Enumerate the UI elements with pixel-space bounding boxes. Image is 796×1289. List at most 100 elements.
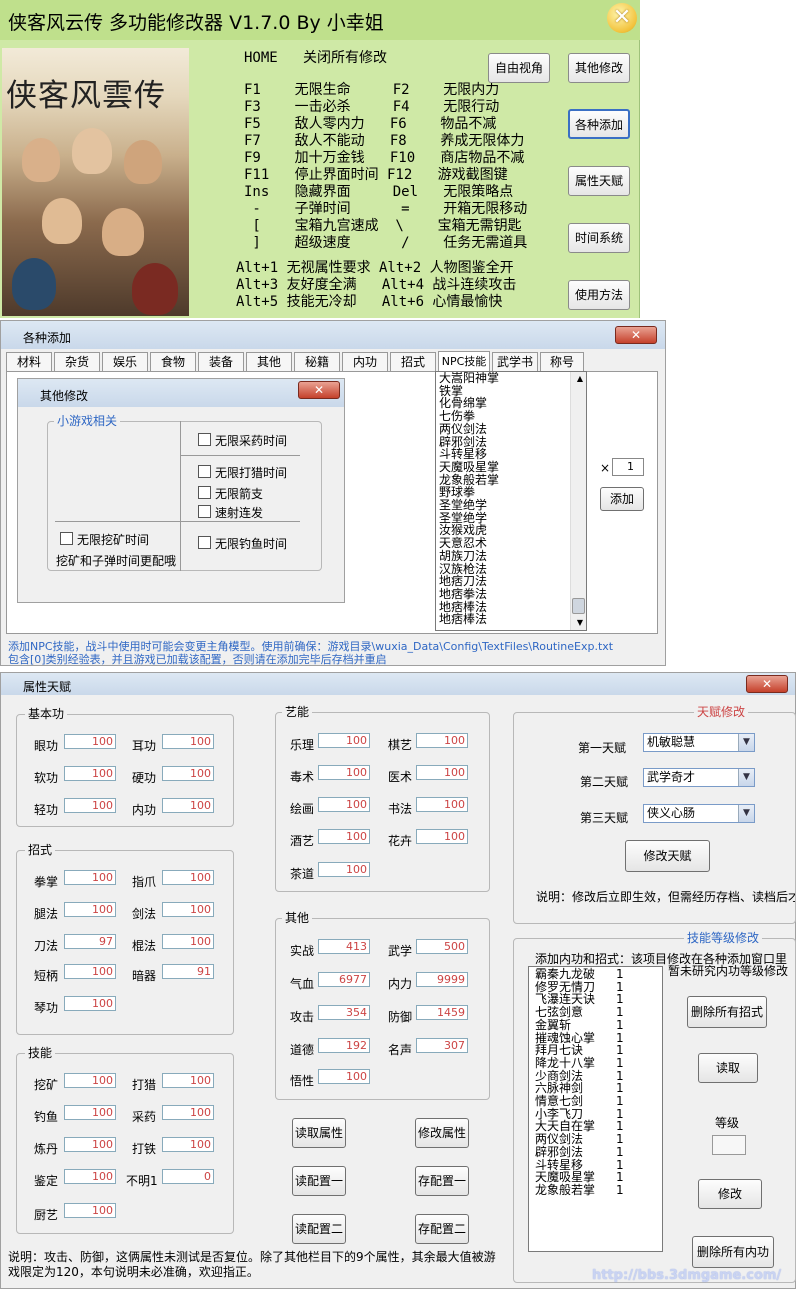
close-icon[interactable]: ✕: [746, 675, 788, 693]
list-item[interactable]: 七伤拳: [436, 410, 586, 423]
tab-moves[interactable]: 招式: [390, 352, 436, 372]
attr-input[interactable]: 100: [162, 1073, 214, 1088]
attr-input[interactable]: 100: [416, 765, 468, 780]
attr-input[interactable]: 100: [318, 733, 370, 748]
attr-input[interactable]: 307: [416, 1038, 468, 1053]
talent-3-select[interactable]: 侠义心肠 ▼: [643, 804, 755, 823]
attr-input[interactable]: 500: [416, 939, 468, 954]
attr-input[interactable]: 91: [162, 964, 214, 979]
delete-all-inner-skills-button[interactable]: 删除所有内功: [692, 1236, 774, 1268]
attr-input[interactable]: 100: [64, 1105, 116, 1120]
attr-input[interactable]: 100: [318, 765, 370, 780]
tab-equipment[interactable]: 装备: [198, 352, 244, 372]
attr-input[interactable]: 100: [64, 734, 116, 749]
scroll-up-icon[interactable]: ▲: [571, 372, 586, 386]
attr-input[interactable]: 100: [162, 902, 214, 917]
attr-input[interactable]: 100: [64, 1169, 116, 1184]
tab-materials[interactable]: 材料: [6, 352, 52, 372]
scroll-thumb[interactable]: [572, 598, 585, 614]
attr-input[interactable]: 100: [416, 797, 468, 812]
list-item[interactable]: 龙象般若掌 1: [532, 1184, 662, 1197]
tab-manuals[interactable]: 秘籍: [294, 352, 340, 372]
attr-input[interactable]: 100: [162, 734, 214, 749]
read-config-1-button[interactable]: 读配置一: [292, 1166, 346, 1196]
list-item[interactable]: 两仪剑法: [436, 423, 586, 436]
attr-input[interactable]: 100: [416, 733, 468, 748]
rapid-fire-checkbox[interactable]: [198, 505, 211, 518]
attr-input[interactable]: 97: [64, 934, 116, 949]
attr-input[interactable]: 100: [64, 870, 116, 885]
attr-input[interactable]: 100: [318, 862, 370, 877]
unlimited-herb-time-checkbox[interactable]: [198, 433, 211, 446]
tab-martial-books[interactable]: 武学书: [492, 352, 538, 372]
attr-input[interactable]: 100: [162, 1105, 214, 1120]
talent-1-select[interactable]: 机敏聪慧 ▼: [643, 733, 755, 752]
free-view-button[interactable]: 自由视角: [488, 53, 550, 83]
time-system-button[interactable]: 时间系统: [568, 223, 630, 253]
unlimited-arrows-checkbox[interactable]: [198, 486, 211, 499]
attr-input[interactable]: 354: [318, 1005, 370, 1020]
attr-input[interactable]: 413: [318, 939, 370, 954]
delete-all-moves-button[interactable]: 删除所有招式: [687, 996, 767, 1028]
level-input[interactable]: [712, 1135, 746, 1155]
modify-attributes-button[interactable]: 修改属性: [415, 1118, 469, 1148]
attr-input[interactable]: 100: [318, 797, 370, 812]
attr-input[interactable]: 100: [64, 1137, 116, 1152]
attr-input[interactable]: 100: [64, 996, 116, 1011]
other-mods-button[interactable]: 其他修改: [568, 53, 630, 83]
attr-talent-button[interactable]: 属性天赋: [568, 166, 630, 196]
tab-inner-skills[interactable]: 内功: [342, 352, 388, 372]
tab-food[interactable]: 食物: [150, 352, 196, 372]
list-item[interactable]: 胡族刀法: [436, 550, 586, 563]
tab-npc-skills[interactable]: NPC技能: [438, 351, 490, 372]
attr-input[interactable]: 100: [64, 766, 116, 781]
usage-button[interactable]: 使用方法: [568, 280, 630, 310]
modify-talent-button[interactable]: 修改天赋: [625, 840, 710, 872]
chevron-down-icon[interactable]: ▼: [738, 734, 754, 751]
unlimited-mining-time-checkbox[interactable]: [60, 532, 73, 545]
list-item[interactable]: 天魔吸星掌: [436, 461, 586, 474]
scroll-down-icon[interactable]: ▼: [571, 616, 586, 630]
talent-2-select[interactable]: 武学奇才 ▼: [643, 768, 755, 787]
read-attributes-button[interactable]: 读取属性: [292, 1118, 346, 1148]
read-config-2-button[interactable]: 读配置二: [292, 1214, 346, 1244]
attr-input[interactable]: 9999: [416, 972, 468, 987]
attr-input[interactable]: 100: [162, 1137, 214, 1152]
chevron-down-icon[interactable]: ▼: [738, 805, 754, 822]
unlimited-fishing-time-checkbox[interactable]: [198, 536, 211, 549]
save-config-1-button[interactable]: 存配置一: [415, 1166, 469, 1196]
quantity-input[interactable]: 1: [612, 458, 644, 476]
attr-input[interactable]: 100: [64, 1203, 116, 1218]
attr-input[interactable]: 100: [64, 964, 116, 979]
list-item[interactable]: 圣堂绝学: [436, 499, 586, 512]
close-icon[interactable]: ✕: [607, 3, 637, 33]
list-item[interactable]: 地痞棒法: [436, 613, 586, 626]
save-config-2-button[interactable]: 存配置二: [415, 1214, 469, 1244]
attr-input[interactable]: 100: [162, 870, 214, 885]
add-items-button[interactable]: 各种添加: [568, 109, 630, 139]
attr-input[interactable]: 100: [64, 902, 116, 917]
tab-titles[interactable]: 称号: [540, 352, 584, 372]
list-item[interactable]: 地痞拳法: [436, 588, 586, 601]
tab-entertainment[interactable]: 娱乐: [102, 352, 148, 372]
attr-input[interactable]: 100: [162, 798, 214, 813]
chevron-down-icon[interactable]: ▼: [738, 769, 754, 786]
close-icon[interactable]: ✕: [298, 381, 340, 399]
list-scrollbar[interactable]: ▲ ▼: [570, 372, 586, 630]
attr-input[interactable]: 100: [64, 798, 116, 813]
attr-input[interactable]: 1459: [416, 1005, 468, 1020]
unlimited-hunt-time-checkbox[interactable]: [198, 465, 211, 478]
attr-input[interactable]: 0: [162, 1169, 214, 1184]
close-icon[interactable]: ✕: [615, 326, 657, 344]
npc-skill-list[interactable]: 大嵩阳神掌 铁掌 化骨绵掌 七伤拳 两仪剑法 辟邪剑法 斗转星移 天魔吸星掌 龙…: [435, 371, 587, 631]
attr-input[interactable]: 100: [416, 829, 468, 844]
attr-input[interactable]: 192: [318, 1038, 370, 1053]
add-button[interactable]: 添加: [600, 487, 644, 511]
attr-input[interactable]: 100: [318, 1069, 370, 1084]
list-item[interactable]: 天意忍术: [436, 537, 586, 550]
attr-input[interactable]: 100: [162, 934, 214, 949]
attr-input[interactable]: 6977: [318, 972, 370, 987]
attr-input[interactable]: 100: [318, 829, 370, 844]
modify-skill-level-button[interactable]: 修改: [698, 1179, 762, 1209]
learned-skills-list[interactable]: 霸秦九龙破 1 修罗无情刀 1 飞瀑连天诀 1 七弦剑意 1 金翼斩 1 摧魂蚀心掌 1 拜…: [528, 966, 663, 1252]
